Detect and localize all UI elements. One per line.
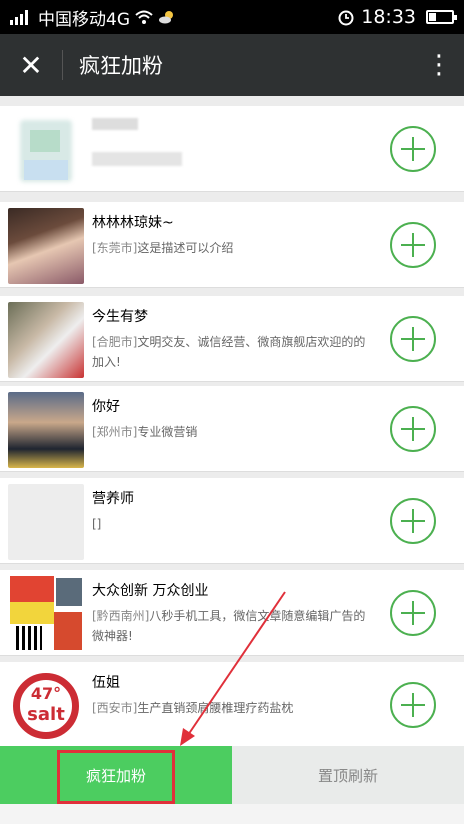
avatar xyxy=(8,112,84,188)
divider xyxy=(62,50,63,80)
list-item: 大众创新 万众创业 [黔西南州]八秒手机工具，微信文章随意编辑广告的微神器! xyxy=(0,570,464,656)
blurred-desc xyxy=(92,152,182,166)
avatar xyxy=(8,576,84,652)
list-item: 营养师 [] xyxy=(0,478,464,564)
contact-name: 今生有梦 xyxy=(92,309,148,325)
contact-desc-text: 专业微营销 xyxy=(137,425,198,439)
list-item xyxy=(0,106,464,192)
avatar-logo-text: salt xyxy=(27,704,65,725)
close-icon: ✕ xyxy=(19,48,43,82)
contact-city: [西安市] xyxy=(92,701,138,715)
bottom-spacer xyxy=(0,804,464,824)
contact-city: [郑州市] xyxy=(92,425,138,439)
contact-desc-text: 生产直销颈肩腰椎理疗药盐枕 xyxy=(137,701,294,715)
contact-desc-text: [] xyxy=(92,517,102,531)
contact-name: 大众创新 万众创业 xyxy=(92,583,209,599)
avatar xyxy=(8,392,84,468)
close-button[interactable]: ✕ xyxy=(0,34,62,96)
contact-name: 林林林琼妹~ xyxy=(92,215,174,231)
contact-list[interactable]: 林林林琼妹~ [东莞市]这是描述可以介绍 今生有梦 [合肥市]文明交友、诚信经营… xyxy=(0,96,464,746)
contact-desc: [合肥市]文明交友、诚信经营、微商旗舰店欢迎的的加入! xyxy=(92,332,367,372)
avatar xyxy=(8,302,84,378)
contact-city: [黔西南州] xyxy=(92,609,150,623)
bottom-bar: 疯狂加粉 置顶刷新 xyxy=(0,746,464,804)
carrier-label: 中国移动4G xyxy=(38,9,130,30)
contact-desc-text: 这是描述可以介绍 xyxy=(137,241,234,255)
annotation-frame xyxy=(57,750,175,804)
contact-name: 你好 xyxy=(92,399,120,415)
add-friend-button[interactable] xyxy=(390,126,436,172)
list-item: 47° salt 伍姐 [西安市]生产直销颈肩腰椎理疗药盐枕 xyxy=(0,662,464,746)
contact-name: 营养师 xyxy=(92,491,134,507)
pin-refresh-label: 置顶刷新 xyxy=(317,766,378,785)
contact-desc: [东莞市]这是描述可以介绍 xyxy=(92,238,367,258)
avatar: 47° salt xyxy=(8,668,84,744)
add-friend-button[interactable] xyxy=(390,682,436,728)
wifi-icon xyxy=(135,10,153,24)
list-item: 今生有梦 [合肥市]文明交友、诚信经营、微商旗舰店欢迎的的加入! xyxy=(0,296,464,382)
avatar-logo-text: 47° xyxy=(30,684,62,703)
crazy-add-fans-button[interactable]: 疯狂加粉 xyxy=(0,746,232,804)
add-friend-button[interactable] xyxy=(390,222,436,268)
clock: 18:33 xyxy=(361,6,416,28)
add-friend-button[interactable] xyxy=(390,316,436,362)
contact-city: [合肥市] xyxy=(92,335,138,349)
contact-desc: [西安市]生产直销颈肩腰椎理疗药盐枕 xyxy=(92,698,367,718)
add-friend-button[interactable] xyxy=(390,406,436,452)
avatar xyxy=(8,484,84,560)
add-friend-button[interactable] xyxy=(390,590,436,636)
status-bar: 中国移动4G 18:33 xyxy=(0,0,464,34)
contact-name: 伍姐 xyxy=(92,675,120,691)
more-vertical-icon: ⋮ xyxy=(426,50,452,80)
signal-icon xyxy=(10,9,28,25)
list-item: 林林林琼妹~ [东莞市]这是描述可以介绍 xyxy=(0,202,464,288)
weather-icon xyxy=(159,11,173,24)
contact-city: [东莞市] xyxy=(92,241,138,255)
blurred-name xyxy=(92,118,138,130)
title-bar: ✕ 疯狂加粉 ⋮ xyxy=(0,34,464,96)
more-button[interactable]: ⋮ xyxy=(414,34,464,96)
contact-desc: [郑州市]专业微营销 xyxy=(92,422,367,442)
list-item: 你好 [郑州市]专业微营销 xyxy=(0,386,464,472)
battery-icon xyxy=(426,10,457,24)
alarm-icon xyxy=(338,10,354,26)
page-title: 疯狂加粉 xyxy=(79,54,163,78)
pin-refresh-button[interactable]: 置顶刷新 xyxy=(232,746,464,804)
add-friend-button[interactable] xyxy=(390,498,436,544)
contact-desc: [黔西南州]八秒手机工具，微信文章随意编辑广告的微神器! xyxy=(92,606,367,646)
contact-desc: [] xyxy=(92,514,367,534)
avatar xyxy=(8,208,84,284)
